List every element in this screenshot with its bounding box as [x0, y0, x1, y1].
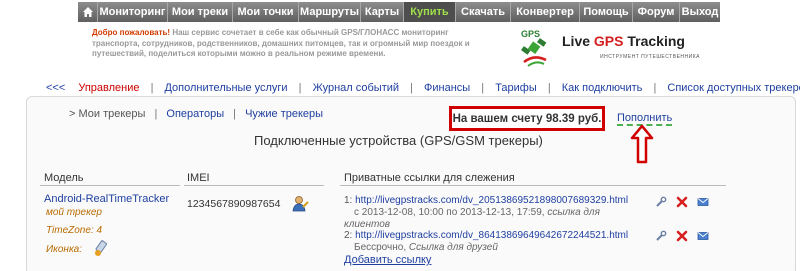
submenu-tariffs[interactable]: Тарифы — [495, 82, 537, 94]
logo-text: Live GPS Tracking — [562, 33, 685, 49]
tracking-link-url[interactable]: http://livegpstracks.com/dv_864138696496… — [355, 230, 628, 241]
separator: | — [410, 82, 413, 94]
submenu-management[interactable]: Управление — [78, 82, 139, 94]
separator: | — [154, 108, 158, 120]
nav-logout[interactable]: Выход — [680, 2, 720, 22]
tab-my-trackers: > Мои трекеры — [69, 108, 146, 120]
submenu-event-log[interactable]: Журнал событий — [313, 82, 399, 94]
tab-foreign-trackers[interactable]: Чужие трекеры — [245, 108, 323, 120]
home-button[interactable] — [78, 2, 98, 22]
nav-converter[interactable]: Конвертер — [511, 2, 580, 22]
separator: | — [298, 82, 302, 94]
device-imei: 1234567890987654 — [187, 198, 281, 210]
svg-text:GPS: GPS — [521, 29, 540, 39]
column-header-model: Модель — [44, 172, 84, 184]
email-icon[interactable] — [697, 230, 709, 242]
logo-subtitle: ИНСТРУМЕНТ ПУТЕШЕСТВЕННИКА — [600, 54, 700, 60]
nav-maps[interactable]: Карты — [361, 2, 404, 22]
nav-buy[interactable]: Купить — [404, 2, 456, 22]
account-balance: На вашем счету 98.39 руб. — [449, 106, 605, 131]
secondary-menu: <<< Управление | Дополнительные услуги |… — [46, 82, 800, 94]
separator: | — [547, 82, 551, 94]
tracking-link-period: с 2013-12-08, 10:00 по 2013-12-13, 17:59… — [354, 207, 545, 218]
add-link-button[interactable]: Добавить ссылку — [344, 254, 431, 266]
divider — [40, 185, 180, 186]
separator: | — [481, 82, 485, 94]
column-header-imei: IMEI — [187, 172, 210, 184]
column-header-links: Приватные ссылки для слежения — [344, 172, 515, 184]
device-timezone: TimeZone: 4 — [46, 225, 103, 236]
separator: | — [653, 82, 657, 94]
submenu-how-to-connect[interactable]: Как подключить — [562, 82, 643, 94]
site-logo[interactable]: GPS Live GPS Tracking ИНСТРУМЕНТ ПУТЕШЕС… — [516, 26, 716, 70]
nav-forum[interactable]: Форум — [633, 2, 680, 22]
separator: | — [233, 108, 237, 120]
nav-my-tracks[interactable]: Мои треки — [168, 2, 233, 22]
wrench-icon[interactable] — [655, 230, 667, 242]
device-note: мой трекер — [46, 207, 102, 218]
submenu-extra-services[interactable]: Дополнительные услуги — [164, 82, 287, 94]
nav-help[interactable]: Помощь — [580, 2, 633, 22]
welcome-message: Добро пожаловать! Наш сервис сочетает в … — [92, 28, 492, 60]
delete-icon[interactable] — [676, 196, 688, 208]
home-icon — [82, 7, 93, 17]
top-navigation: Мониторинг Мои треки Мои точки Маршруты … — [78, 2, 720, 22]
nav-monitoring[interactable]: Мониторинг — [98, 2, 168, 22]
device-icon-label: Иконка: — [46, 244, 83, 255]
tracking-link-url[interactable]: http://livegpstracks.com/dv_205138695218… — [355, 195, 628, 206]
nav-my-points[interactable]: Мои точки — [233, 2, 299, 22]
device-name-link[interactable]: Android-RealTimeTracker — [44, 193, 169, 205]
submenu-finance[interactable]: Финансы — [424, 82, 470, 94]
header-banner: Добро пожаловать! Наш сервис сочетает в … — [78, 23, 720, 73]
email-icon[interactable] — [697, 196, 709, 208]
tab-operators[interactable]: Операторы — [166, 108, 224, 120]
submenu-tracker-list[interactable]: Список доступных трекеров — [667, 82, 800, 94]
tracking-link-row: 2: http://livegpstracks.com/dv_864138696… — [344, 230, 629, 253]
delete-icon[interactable] — [676, 230, 688, 242]
tracking-link-row: 1: http://livegpstracks.com/dv_205138695… — [344, 195, 629, 230]
user-edit-icon[interactable] — [291, 195, 309, 213]
welcome-title: Добро пожаловать! — [92, 28, 171, 37]
nav-download[interactable]: Скачать — [456, 2, 511, 22]
up-arrow-icon — [630, 124, 654, 164]
tracking-link-period: Бессрочно, — [354, 242, 407, 253]
divider — [184, 185, 324, 186]
phone-marker-icon[interactable] — [92, 239, 110, 257]
wrench-icon[interactable] — [655, 196, 667, 208]
separator: | — [150, 82, 154, 94]
satellite-logo-icon: GPS — [521, 29, 547, 67]
nav-routes[interactable]: Маршруты — [299, 2, 361, 22]
tracker-tabs: > Мои трекеры | Операторы | Чужие трекер… — [69, 108, 323, 120]
page-title: Подключенные устройства (GPS/GSM трекеры… — [254, 133, 543, 148]
divider — [340, 185, 726, 186]
back-link[interactable]: <<< — [46, 82, 65, 94]
tracking-link-name: Ссылка для друзей — [408, 242, 498, 253]
